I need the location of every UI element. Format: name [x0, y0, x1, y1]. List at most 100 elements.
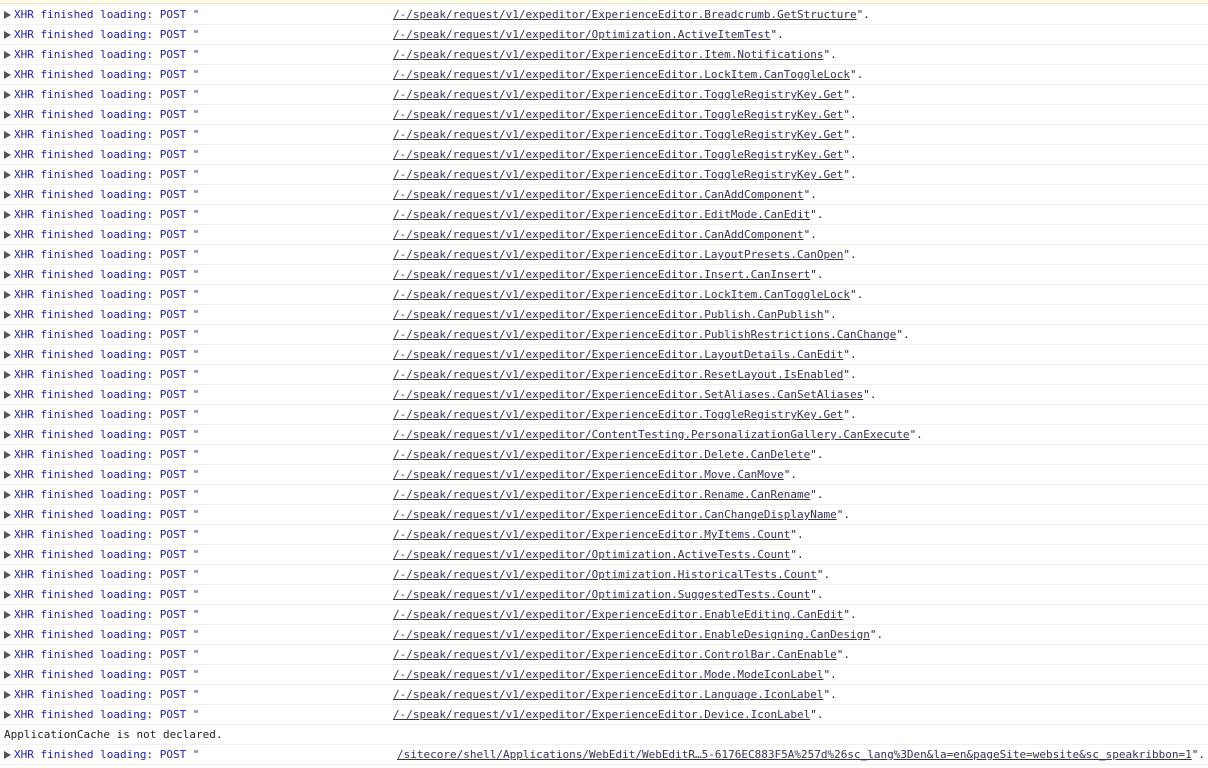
request-url-link[interactable]: /-/speak/request/v1/expeditor/Experience…: [393, 208, 810, 221]
expand-triangle-icon[interactable]: [4, 691, 11, 699]
request-url-link[interactable]: /-/speak/request/v1/expeditor/Optimizati…: [393, 568, 817, 581]
request-url-link[interactable]: /-/speak/request/v1/expeditor/Experience…: [393, 228, 804, 241]
xhr-message: XHR finished loading: POST ": [14, 388, 200, 401]
expand-triangle-icon[interactable]: [4, 211, 11, 219]
request-url-link[interactable]: /-/speak/request/v1/expeditor/Optimizati…: [393, 588, 810, 601]
line-suffix: ".: [823, 308, 837, 321]
request-url-link[interactable]: /-/speak/request/v1/expeditor/Optimizati…: [393, 548, 790, 561]
line-suffix: ".: [823, 668, 837, 681]
request-url-link[interactable]: /-/speak/request/v1/expeditor/Experience…: [393, 388, 863, 401]
expand-triangle-icon[interactable]: [4, 551, 11, 559]
request-url-link[interactable]: /-/speak/request/v1/expeditor/Experience…: [393, 708, 810, 721]
line-suffix: ".: [810, 708, 824, 721]
console-log-row: XHR finished loading: POST " /-/speak/req…: [0, 305, 1208, 325]
line-suffix: ".: [810, 268, 824, 281]
xhr-message: XHR finished loading: POST ": [14, 208, 200, 221]
line-suffix: ".: [849, 68, 864, 81]
expand-triangle-icon[interactable]: [4, 631, 11, 639]
request-url-link[interactable]: /-/speak/request/v1/expeditor/Experience…: [393, 48, 823, 61]
console-log-row: XHR finished loading: POST " /-/speak/req…: [0, 45, 1208, 65]
expand-triangle-icon[interactable]: [4, 591, 11, 599]
line-suffix: ".: [843, 128, 857, 141]
request-url-link[interactable]: /-/speak/request/v1/expeditor/Experience…: [393, 408, 843, 421]
request-url-link[interactable]: /-/speak/request/v1/expeditor/Experience…: [393, 328, 896, 341]
line-suffix: ".: [836, 508, 850, 521]
request-url-link[interactable]: /-/speak/request/v1/expeditor/Experience…: [393, 668, 823, 681]
expand-triangle-icon[interactable]: [4, 511, 11, 519]
request-url-link[interactable]: /-/speak/request/v1/expeditor/Experience…: [393, 528, 790, 541]
request-url-link[interactable]: /-/speak/request/v1/expeditor/Optimizati…: [393, 28, 771, 41]
request-url-link[interactable]: /-/speak/request/v1/expeditor/Experience…: [393, 168, 843, 181]
request-url-link[interactable]: /-/speak/request/v1/expeditor/Experience…: [393, 448, 810, 461]
expand-triangle-icon[interactable]: [4, 331, 11, 339]
expand-triangle-icon[interactable]: [4, 491, 11, 499]
request-url-link[interactable]: /-/speak/request/v1/expeditor/Experience…: [393, 288, 850, 301]
expand-triangle-icon[interactable]: [4, 451, 11, 459]
request-url-link[interactable]: /-/speak/request/v1/expeditor/Experience…: [393, 308, 823, 321]
request-url-link[interactable]: /-/speak/request/v1/expeditor/Experience…: [393, 508, 837, 521]
request-url-link[interactable]: /-/speak/request/v1/expeditor/Experience…: [393, 268, 810, 281]
xhr-message: XHR finished loading: POST ": [14, 588, 200, 601]
expand-triangle-icon[interactable]: [4, 71, 11, 79]
request-url: /-/speak/request/v1/expeditor/Experience…: [393, 665, 837, 684]
request-url-link[interactable]: /-/speak/request/v1/expeditor/Experience…: [393, 488, 810, 501]
expand-triangle-icon[interactable]: [4, 431, 11, 439]
request-url-link[interactable]: /-/speak/request/v1/expeditor/Experience…: [393, 608, 843, 621]
line-suffix: ".: [810, 488, 824, 501]
request-url-link[interactable]: /-/speak/request/v1/expeditor/Experience…: [393, 628, 870, 641]
xhr-message: XHR finished loading: POST ": [14, 408, 200, 421]
expand-triangle-icon[interactable]: [4, 191, 11, 199]
request-url-link[interactable]: /-/speak/request/v1/expeditor/ContentTes…: [393, 428, 910, 441]
line-suffix: ".: [790, 528, 804, 541]
request-url-link[interactable]: /-/speak/request/v1/expeditor/Experience…: [393, 188, 804, 201]
expand-triangle-icon[interactable]: [4, 471, 11, 479]
expand-triangle-icon[interactable]: [4, 391, 11, 399]
expand-triangle-icon[interactable]: [4, 751, 11, 759]
expand-triangle-icon[interactable]: [4, 111, 11, 119]
expand-triangle-icon[interactable]: [4, 271, 11, 279]
request-url-link[interactable]: /-/speak/request/v1/expeditor/Experience…: [393, 648, 837, 661]
request-url-link[interactable]: /-/speak/request/v1/expeditor/Experience…: [393, 688, 823, 701]
request-url: /-/speak/request/v1/expeditor/Experience…: [393, 85, 857, 104]
xhr-message: XHR finished loading: POST ": [14, 548, 200, 561]
expand-triangle-icon[interactable]: [4, 51, 11, 59]
expand-triangle-icon[interactable]: [4, 671, 11, 679]
request-url: /-/speak/request/v1/expeditor/Experience…: [393, 645, 850, 664]
xhr-message: XHR finished loading: POST ": [14, 608, 200, 621]
request-url-link[interactable]: /-/speak/request/v1/expeditor/Experience…: [393, 248, 843, 261]
xhr-message: XHR finished loading: POST ": [14, 308, 200, 321]
request-url-link[interactable]: /-/speak/request/v1/expeditor/Experience…: [393, 8, 857, 21]
console-log-row: XHR finished loading: POST " /-/speak/req…: [0, 465, 1208, 485]
expand-triangle-icon[interactable]: [4, 291, 11, 299]
request-url-link[interactable]: /-/speak/request/v1/expeditor/Experience…: [393, 368, 843, 381]
expand-triangle-icon[interactable]: [4, 311, 11, 319]
request-url-link[interactable]: /-/speak/request/v1/expeditor/Experience…: [393, 148, 843, 161]
expand-triangle-icon[interactable]: [4, 371, 11, 379]
request-url-link[interactable]: /-/speak/request/v1/expeditor/Experience…: [393, 68, 850, 81]
xhr-message: XHR finished loading: POST ": [14, 188, 200, 201]
xhr-message: XHR finished loading: POST ": [14, 48, 200, 61]
expand-triangle-icon[interactable]: [4, 571, 11, 579]
expand-triangle-icon[interactable]: [4, 231, 11, 239]
request-url-link[interactable]: /-/speak/request/v1/expeditor/Experience…: [393, 468, 784, 481]
request-url-link[interactable]: /sitecore/shell/Applications/WebEdit/Web…: [397, 748, 1192, 761]
expand-triangle-icon[interactable]: [4, 131, 11, 139]
request-url-link[interactable]: /-/speak/request/v1/expeditor/Experience…: [393, 128, 843, 141]
expand-triangle-icon[interactable]: [4, 711, 11, 719]
expand-triangle-icon[interactable]: [4, 651, 11, 659]
expand-triangle-icon[interactable]: [4, 171, 11, 179]
expand-triangle-icon[interactable]: [4, 251, 11, 259]
request-url-link[interactable]: /-/speak/request/v1/expeditor/Experience…: [393, 108, 843, 121]
expand-triangle-icon[interactable]: [4, 351, 11, 359]
request-url: /-/speak/request/v1/expeditor/Experience…: [393, 445, 823, 464]
expand-triangle-icon[interactable]: [4, 611, 11, 619]
request-url-link[interactable]: /-/speak/request/v1/expeditor/Experience…: [393, 348, 843, 361]
expand-triangle-icon[interactable]: [4, 151, 11, 159]
xhr-message: XHR finished loading: POST ": [14, 648, 200, 661]
expand-triangle-icon[interactable]: [4, 31, 11, 39]
expand-triangle-icon[interactable]: [4, 11, 11, 19]
expand-triangle-icon[interactable]: [4, 531, 11, 539]
request-url-link[interactable]: /-/speak/request/v1/expeditor/Experience…: [393, 88, 843, 101]
expand-triangle-icon[interactable]: [4, 411, 11, 419]
expand-triangle-icon[interactable]: [4, 91, 11, 99]
